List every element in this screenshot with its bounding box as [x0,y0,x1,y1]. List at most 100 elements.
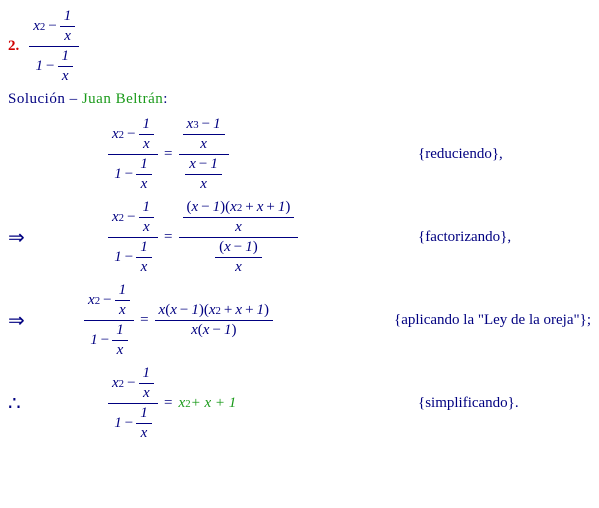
minus: − [124,209,138,226]
minus: − [122,415,136,432]
var-x: x [189,156,196,173]
one: 1 [114,415,122,432]
equals: = [158,229,178,246]
one: 1 [139,116,155,134]
var-x: x [136,423,152,442]
var-x: x [139,134,155,153]
minus: − [98,332,112,349]
one: 1 [36,58,44,75]
minus: − [199,116,213,133]
minus: − [45,18,59,35]
lhs-frac: x2−1x 1−1x [108,199,158,276]
var-x: x [88,292,95,309]
minus: − [122,166,136,183]
rhs-frac: (x−1)(x2+x+1) x (x−1) x [179,199,299,276]
var-x: x [115,300,131,319]
equals: = [134,312,154,329]
step-1: x2−1x 1−1x = x3−1 x x−1 x {reduciendo}, [8,116,591,193]
solution-line: Solución – Juan Beltrán: [8,91,591,108]
plus: + [263,199,277,216]
step-4: ∴ x2−1x 1−1x = x2 + x + 1 {simplificando… [8,365,591,442]
minus: − [177,302,191,319]
var-x: x [215,257,262,276]
one: 1 [136,405,152,423]
note-step4: {simplificando}. [418,395,519,412]
one: 1 [224,322,232,339]
var-x: x [136,174,152,193]
one: 1 [245,239,253,256]
minus: − [196,156,210,173]
one: 1 [114,249,122,266]
implies-icon: ⇒ [8,225,48,250]
equals: = [158,395,178,412]
solution-label: Solución [8,91,65,107]
one: 1 [114,166,122,183]
dash: – [65,91,82,107]
var-x: x [159,302,166,319]
var-x: x [170,302,177,319]
problem-number: 2. [8,38,19,55]
one: 1 [191,302,199,319]
one: 1 [60,8,76,26]
var-x: x [139,217,155,236]
note-step3: {aplicando la "Ley de la oreja"}; [394,312,591,329]
one: 1 [213,199,221,216]
var-x: x [183,134,225,153]
therefore-icon: ∴ [8,391,48,416]
one: 1 [115,282,131,300]
rhs-frac: x3−1 x x−1 x [179,116,229,193]
var-x: x [112,375,119,392]
one: 1 [278,199,286,216]
var-x: x [192,199,199,216]
minus: − [231,239,245,256]
note-step2: {factorizando}, [418,229,511,246]
problem-expression: x2 − 1 x 1 − 1 x [29,8,79,85]
one: 1 [136,239,152,257]
one: 1 [139,365,155,383]
one: 1 [210,156,218,173]
minus: − [43,58,57,75]
minus: − [124,375,138,392]
minus: − [100,292,114,309]
equals: = [158,146,178,163]
var-x: x [185,174,222,193]
implies-icon: ⇒ [8,308,38,333]
var-x: x [33,18,40,35]
minus: − [124,126,138,143]
var-x: x [183,217,295,236]
colon: : [163,91,168,107]
one: 1 [136,156,152,174]
var-x: x [139,383,155,402]
result-tail: + x + 1 [191,395,237,412]
var-x: x [136,257,152,276]
var-x: x [187,116,194,133]
note-step1: {reduciendo}, [418,146,503,163]
var-x: x [203,322,210,339]
lhs-frac: x2−1x 1−1x [108,116,158,193]
one: 1 [139,199,155,217]
lhs-frac: x2−1x 1−1x [108,365,158,442]
author: Juan Beltrán [82,91,163,107]
step-3: ⇒ x2−1x 1−1x = x(x−1)(x2+x+1) x(x−1) {ap… [8,282,591,359]
one: 1 [257,302,265,319]
plus: + [221,302,235,319]
one: 1 [112,322,128,340]
var-x: x [257,199,264,216]
step-2: ⇒ x2−1x 1−1x = (x−1)(x2+x+1) x (x−1) x {… [8,199,591,276]
var-x: x [230,199,237,216]
minus: − [198,199,212,216]
one: 1 [58,48,74,66]
minus: − [122,249,136,266]
final-answer: x2 + x + 1 [179,395,237,412]
problem-row: 2. x2 − 1 x 1 − 1 x [8,8,591,85]
one: 1 [90,332,98,349]
plus: + [242,199,256,216]
plus: + [242,302,256,319]
var-x: x [209,302,216,319]
var-x: x [179,395,186,412]
var-x: x [112,209,119,226]
var-x: x [224,239,231,256]
var-x: x [60,26,76,45]
one: 1 [213,116,221,133]
lhs-frac: x2−1x 1−1x [84,282,134,359]
